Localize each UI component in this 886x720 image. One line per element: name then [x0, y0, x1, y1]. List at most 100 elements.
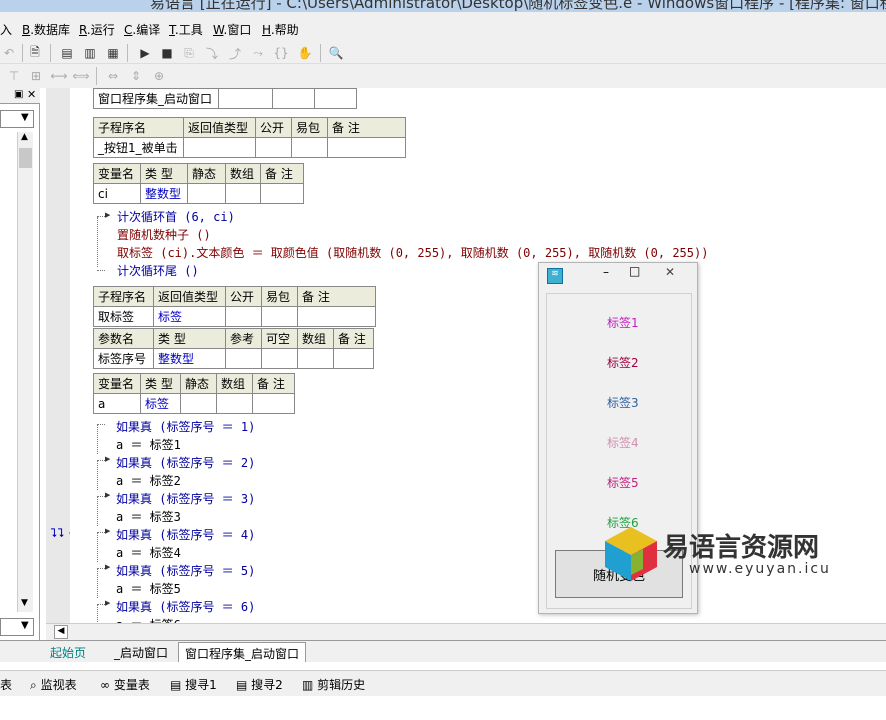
menu-item-compile[interactable]: C.编译: [124, 21, 160, 38]
code-line-if[interactable]: 如果真 (标签序号 ＝ 2): [116, 454, 255, 471]
bottom-tab-list[interactable]: 表: [0, 676, 12, 693]
step-icon[interactable]: ⎘: [180, 44, 198, 62]
code-line-assign[interactable]: a ＝ 标签3: [116, 508, 181, 525]
code-line-if[interactable]: 如果真 (标签序号 ＝ 5): [116, 562, 255, 579]
h-scrollbar[interactable]: ◀: [46, 623, 886, 640]
status-bar: [0, 696, 886, 720]
header-remark: 备 注: [297, 286, 376, 307]
menu-item-run[interactable]: R.运行: [79, 21, 115, 38]
hand-icon[interactable]: ✋: [296, 44, 314, 62]
if-guide-tick: [97, 460, 105, 461]
menu-bar: 入 B.数据库 R.运行 C.编译 T.工具 W.窗口 H.帮助: [0, 12, 886, 42]
assembly-name[interactable]: 窗口程序集_启动窗口: [93, 88, 219, 109]
same-size-icon[interactable]: ⊕: [150, 67, 168, 85]
panel-dropdown-bottom[interactable]: ▼: [0, 618, 34, 636]
bottom-tab-watch[interactable]: ⌕ 监视表: [30, 676, 77, 693]
search2-icon: ▤: [236, 678, 248, 692]
code-line-if[interactable]: 如果真 (标签序号 ＝ 4): [116, 526, 255, 543]
sub1-name[interactable]: _按钮1_被单击: [93, 137, 184, 158]
panel-scrollbar[interactable]: ▲ ▼: [17, 132, 33, 612]
braces-icon[interactable]: {}: [272, 44, 290, 62]
preview-icon[interactable]: 🗎: [26, 44, 44, 62]
bottom-toolbar: 表 ⌕ 监视表 ∞ 变量表 ▤ 搜寻1 ▤ 搜寻2 ▥ 剪辑历史: [0, 670, 886, 696]
bottom-tab-search1[interactable]: ▤ 搜寻1: [170, 676, 217, 693]
run-icon[interactable]: ▶: [136, 44, 154, 62]
panel-dropdown[interactable]: ▼: [0, 110, 34, 128]
layout-icon[interactable]: ▤: [58, 44, 76, 62]
bottom-tab-clip-history[interactable]: ▥ 剪辑历史: [302, 676, 365, 693]
sub2-ret[interactable]: 标签: [153, 306, 226, 327]
scroll-down-icon[interactable]: ▼: [21, 598, 28, 608]
if-guide: [97, 496, 98, 526]
preview-label: 标签5: [607, 476, 639, 490]
menu-item-window[interactable]: W.窗口: [213, 21, 251, 38]
left-panel: ▣ ✕ ▼ ▲ ▼ ▼: [0, 88, 40, 640]
watermark-logo: 易语言资源网 www.eyuyan.icu: [603, 521, 886, 585]
scroll-left-icon[interactable]: ◀: [54, 625, 68, 639]
var-a-name[interactable]: a: [93, 393, 141, 414]
code-line-seed[interactable]: 置随机数种子 (): [117, 226, 211, 243]
panel-close-icon[interactable]: ✕: [27, 88, 36, 101]
code-line-if[interactable]: 如果真 (标签序号 ＝ 6): [116, 598, 255, 615]
cube-logo-icon: [605, 527, 657, 581]
header-array: 数组: [216, 373, 253, 394]
close-icon[interactable]: ✕: [665, 265, 675, 279]
space-h-icon[interactable]: ⟷: [50, 67, 68, 85]
step-into-icon[interactable]: ⤵: [203, 44, 221, 62]
align-top-icon[interactable]: ⊤: [5, 67, 23, 85]
param-name[interactable]: 标签序号: [93, 348, 154, 369]
code-line-if[interactable]: 如果真 (标签序号 ＝ 3): [116, 490, 255, 507]
menu-item-tools[interactable]: T.工具: [169, 21, 203, 38]
header-easy-pack: 易包: [291, 117, 328, 138]
header-type: 类 型: [153, 328, 226, 349]
same-height-icon[interactable]: ⇕: [127, 67, 145, 85]
if-guide-tick: [97, 568, 105, 569]
align-middle-icon[interactable]: ⊞: [27, 67, 45, 85]
same-width-icon[interactable]: ⇔: [104, 67, 122, 85]
layout2-icon[interactable]: ▥: [81, 44, 99, 62]
menu-item-input[interactable]: 入: [0, 21, 12, 38]
code-line-color[interactable]: 取标签 (ci).文本颜色 ＝ 取颜色值 (取随机数 (0, 255), 取随机…: [117, 244, 708, 261]
chevron-down-icon: ▼: [21, 620, 29, 631]
var-ci-type[interactable]: 整数型: [140, 183, 188, 204]
bottom-tab-search2[interactable]: ▤ 搜寻2: [236, 676, 283, 693]
code-line-assign[interactable]: a ＝ 标签2: [116, 472, 181, 489]
step-over-icon[interactable]: ⤴: [226, 44, 244, 62]
tab-startup-window[interactable]: _启动窗口: [114, 644, 168, 661]
code-line-assign[interactable]: a ＝ 标签5: [116, 580, 181, 597]
step-out-icon[interactable]: ⤳: [249, 44, 267, 62]
menu-item-help[interactable]: H.帮助: [262, 21, 299, 38]
code-line-loop-start[interactable]: 计次循环首 (6, ci): [117, 208, 235, 225]
code-line-assign[interactable]: a ＝ 标签1: [116, 436, 181, 453]
loop-guide-top: [97, 216, 105, 217]
code-line-loop-end[interactable]: 计次循环尾 (): [117, 262, 199, 279]
scroll-up-icon[interactable]: ▲: [21, 132, 28, 142]
code-line-assign[interactable]: a ＝ 标签4: [116, 544, 181, 561]
header-static: 静态: [180, 373, 217, 394]
header-easy-pack: 易包: [261, 286, 298, 307]
var-ci-name[interactable]: ci: [93, 183, 141, 204]
code-line-if[interactable]: 如果真 (标签序号 ＝ 1): [116, 418, 255, 435]
window-title: 易语言 [正在运行] - C:\Users\Administrator\Desk…: [150, 0, 886, 12]
sub2-var-table: 变量名类 型静态 数组备 注 a 标签: [93, 373, 295, 414]
layout3-icon[interactable]: ▦: [104, 44, 122, 62]
var-a-type[interactable]: 标签: [140, 393, 181, 414]
bottom-tab-vars[interactable]: ∞ 变量表: [100, 676, 150, 693]
stop-icon[interactable]: ■: [158, 44, 176, 62]
param-type[interactable]: 整数型: [153, 348, 226, 369]
sub2-name[interactable]: 取标签: [93, 306, 154, 327]
if-guide: [97, 460, 98, 490]
space-v-icon[interactable]: ⟺: [72, 67, 90, 85]
tab-assembly[interactable]: 窗口程序集_启动窗口: [178, 642, 307, 662]
panel-pin-icon[interactable]: ▣: [14, 89, 23, 100]
menu-item-database[interactable]: B.数据库: [22, 21, 70, 38]
if-guide: [97, 568, 98, 598]
if-arrow-icon: ▶: [105, 599, 111, 607]
tab-start-page[interactable]: 起始页: [50, 644, 86, 661]
loop-guide-bottom: [97, 270, 105, 271]
find-icon[interactable]: 🔍: [327, 44, 345, 62]
undo-icon[interactable]: ↶: [0, 44, 18, 62]
minimize-icon[interactable]: –: [603, 265, 609, 279]
scroll-thumb[interactable]: [19, 148, 32, 168]
maximize-icon[interactable]: □: [629, 264, 640, 278]
